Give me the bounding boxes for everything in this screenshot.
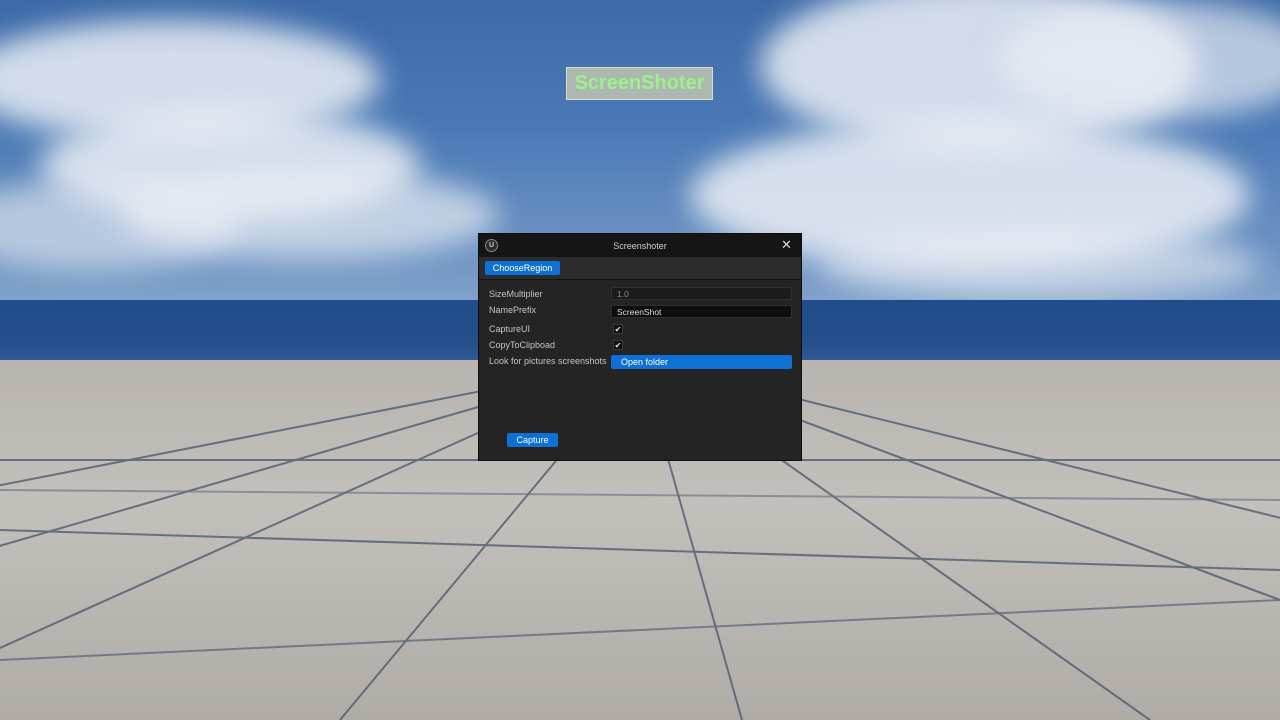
window-title: Screenshoter [613,241,667,251]
capture-ui-label: CaptureUI [489,324,531,334]
name-prefix-label: NamePrefix [489,305,537,315]
screenshots-folder-label: Look for pictures screenshots [489,356,607,366]
window-toolbar: ChooseRegion [479,257,801,279]
open-folder-button[interactable]: Open folder [611,355,792,369]
capture-ui-checkbox[interactable]: ✔ [613,324,623,334]
screenshoter-window: U Screenshoter ✕ ChooseRegion SizeMultip… [478,233,802,461]
divider [479,279,801,280]
capture-button[interactable]: Capture [507,433,558,447]
choose-region-button[interactable]: ChooseRegion [485,261,560,275]
copy-to-clipboard-checkbox[interactable]: ✔ [613,340,623,350]
copy-to-clipboard-label: CopyToClipboad [489,340,556,350]
size-multiplier-label: SizeMultiplier [489,289,543,299]
hud-title: ScreenShoter [566,67,713,100]
window-titlebar[interactable]: U Screenshoter ✕ [479,234,801,257]
cloud [820,230,1260,300]
close-icon[interactable]: ✕ [779,237,794,252]
name-prefix-field[interactable]: ScreenShot [611,305,792,318]
size-multiplier-field[interactable]: 1.0 [611,287,792,300]
